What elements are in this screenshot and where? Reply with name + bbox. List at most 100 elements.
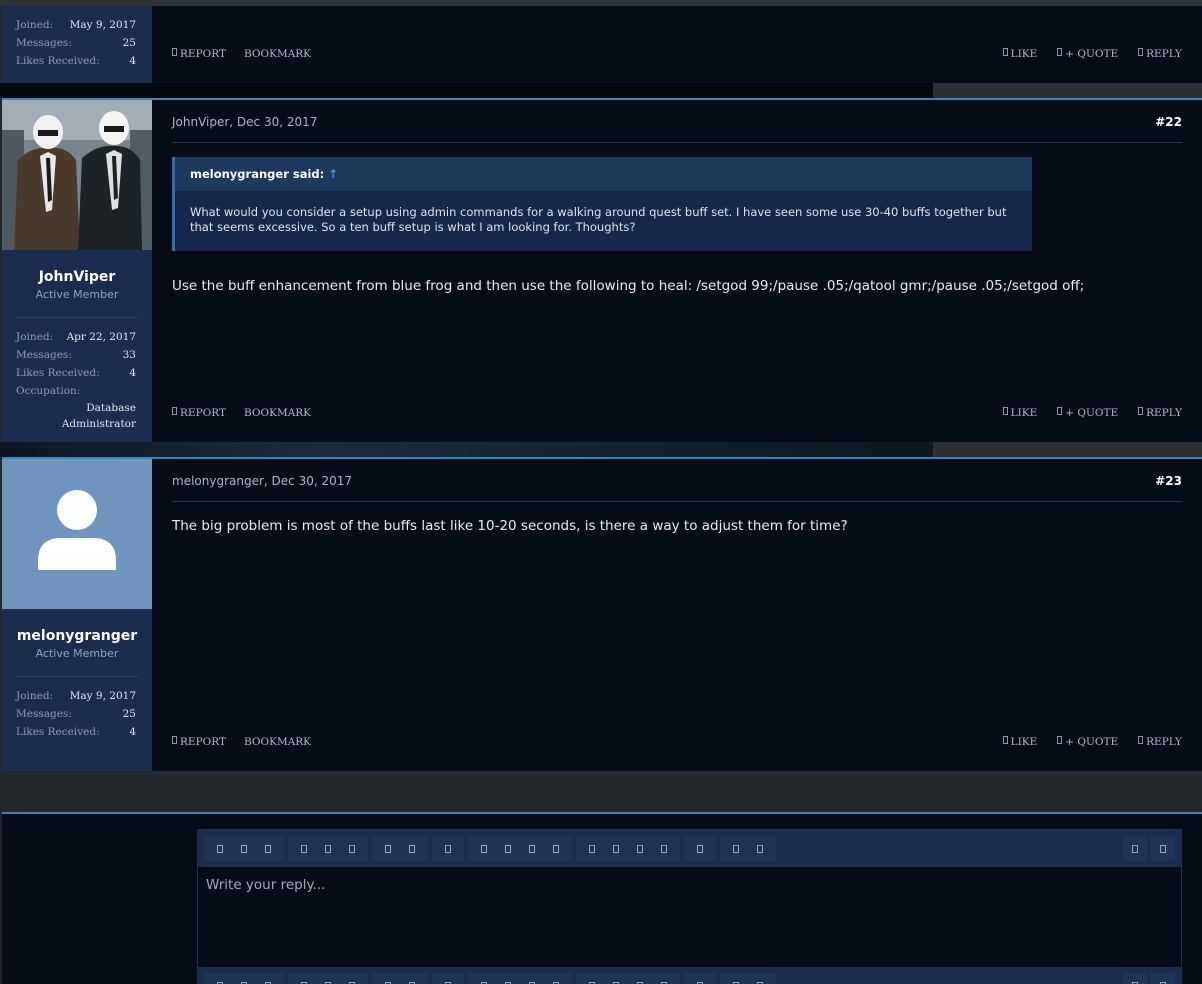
- flag-icon: [172, 48, 177, 56]
- stat-value: 4: [129, 726, 136, 738]
- toolbar-button[interactable]: [400, 973, 424, 984]
- toolbar-button[interactable]: [208, 836, 232, 861]
- reply-button[interactable]: REPLY: [1138, 736, 1182, 748]
- toolbar-group: [684, 836, 716, 861]
- toolbar-button[interactable]: [436, 836, 460, 861]
- toolbar-group: [684, 973, 716, 984]
- toolbar-button[interactable]: [472, 836, 496, 861]
- toolbar-glyph-icon: [481, 844, 487, 853]
- stat-value: 4: [129, 367, 136, 379]
- post-number[interactable]: #23: [1155, 474, 1182, 488]
- like-button[interactable]: LIKE: [1002, 736, 1037, 748]
- toolbar-glyph-icon: [613, 844, 619, 853]
- quote-block: melonygranger said: ↑ What would you con…: [172, 157, 1032, 251]
- bookmark-button[interactable]: BOOKMARK: [244, 407, 311, 419]
- bookmark-button[interactable]: BOOKMARK: [244, 48, 311, 60]
- toolbar-button[interactable]: [580, 973, 604, 984]
- quote-button[interactable]: + QUOTE: [1057, 407, 1118, 419]
- toolbar-button[interactable]: [544, 973, 568, 984]
- post-actions: REPORT BOOKMARK LIKE + QUOTE REPLY: [172, 407, 1182, 423]
- quote-label: + QUOTE: [1065, 407, 1119, 419]
- post-actions: REPORT BOOKMARK LIKE + QUOTE REPLY: [172, 736, 1182, 752]
- toolbar-button[interactable]: [688, 973, 712, 984]
- toolbar-button[interactable]: [376, 836, 400, 861]
- report-button[interactable]: REPORT: [172, 407, 226, 419]
- toolbar-button[interactable]: [748, 973, 772, 984]
- toolbar-button[interactable]: [340, 836, 364, 861]
- reply-button[interactable]: REPLY: [1138, 48, 1182, 60]
- toolbar-button[interactable]: [1151, 836, 1175, 861]
- quote-button[interactable]: + QUOTE: [1057, 736, 1118, 748]
- toolbar-button[interactable]: [496, 836, 520, 861]
- stat-label: Joined:: [16, 690, 54, 702]
- report-button[interactable]: REPORT: [172, 48, 226, 60]
- editor-toolbar-bottom: [198, 967, 1181, 984]
- toolbar-button[interactable]: [520, 836, 544, 861]
- stat-value: Database Administrator: [61, 402, 136, 430]
- toolbar-button[interactable]: [724, 973, 748, 984]
- username[interactable]: melonygranger: [2, 627, 152, 646]
- toolbar-button[interactable]: [652, 836, 676, 861]
- post-21: Joined: May 9, 2017 Messages: 25 Likes Rec…: [2, 6, 1202, 83]
- toolbar-button[interactable]: [292, 973, 316, 984]
- toolbar-button[interactable]: [604, 973, 628, 984]
- quote-label: + QUOTE: [1065, 48, 1119, 60]
- like-label: LIKE: [1010, 407, 1038, 419]
- toolbar-button[interactable]: [604, 836, 628, 861]
- toolbar-button[interactable]: [724, 836, 748, 861]
- toolbar-button[interactable]: [472, 973, 496, 984]
- toolbar-button[interactable]: [208, 973, 232, 984]
- toolbar-glyph-icon: [637, 844, 643, 853]
- quote-button[interactable]: + QUOTE: [1057, 48, 1118, 60]
- toolbar-button[interactable]: [748, 836, 772, 861]
- stat-messages: Messages: 33: [16, 346, 136, 364]
- report-button[interactable]: REPORT: [172, 736, 226, 748]
- toolbar-button[interactable]: [340, 973, 364, 984]
- post-body: The big problem is most of the buffs las…: [172, 518, 848, 534]
- toolbar-button[interactable]: [628, 973, 652, 984]
- toolbar-button[interactable]: [400, 836, 424, 861]
- toolbar-button[interactable]: [580, 836, 604, 861]
- toolbar-button[interactable]: [376, 973, 400, 984]
- author-date[interactable]: melonygranger, Dec 30, 2017: [172, 474, 352, 488]
- user-stats: Joined: May 9, 2017 Messages: 25 Likes Rec…: [2, 677, 152, 741]
- toolbar-button[interactable]: [256, 836, 280, 861]
- toolbar-button[interactable]: [496, 973, 520, 984]
- like-button[interactable]: LIKE: [1002, 407, 1038, 419]
- bookmark-label: BOOKMARK: [243, 407, 312, 419]
- avatar[interactable]: [2, 100, 152, 250]
- toolbar-button[interactable]: [628, 836, 652, 861]
- toolbar-button[interactable]: [292, 836, 316, 861]
- toolbar-button[interactable]: [232, 973, 256, 984]
- toolbar-glyph-icon: [217, 844, 223, 853]
- toolbar-button[interactable]: [1123, 973, 1147, 984]
- stat-occupation: Occupation: Database Administrator: [16, 382, 136, 432]
- toolbar-glyph-icon: [325, 844, 331, 853]
- bookmark-button[interactable]: BOOKMARK: [244, 736, 311, 748]
- toolbar-glyph-icon: [385, 844, 391, 853]
- stat-likes: Likes Received: 4: [16, 364, 136, 382]
- toolbar-button[interactable]: [256, 973, 280, 984]
- quote-text: What would you consider a setup using ad…: [190, 205, 1007, 234]
- toolbar-group: [372, 836, 428, 861]
- like-button[interactable]: LIKE: [1002, 48, 1037, 60]
- stat-value: 25: [122, 708, 136, 720]
- username[interactable]: JohnViper: [2, 268, 152, 287]
- toolbar-button[interactable]: [316, 973, 340, 984]
- toolbar-button[interactable]: [1123, 836, 1147, 861]
- toolbar-button[interactable]: [436, 973, 460, 984]
- arrow-up-icon[interactable]: ↑: [328, 167, 338, 181]
- toolbar-glyph-icon: [265, 844, 271, 853]
- reply-button[interactable]: REPLY: [1138, 407, 1182, 419]
- toolbar-button[interactable]: [232, 836, 256, 861]
- toolbar-button[interactable]: [652, 973, 676, 984]
- toolbar-button[interactable]: [544, 836, 568, 861]
- avatar[interactable]: [2, 459, 152, 609]
- reply-textarea[interactable]: Write your reply...: [198, 867, 1181, 967]
- toolbar-button[interactable]: [1151, 973, 1175, 984]
- toolbar-button[interactable]: [316, 836, 340, 861]
- toolbar-button[interactable]: [688, 836, 712, 861]
- toolbar-button[interactable]: [520, 973, 544, 984]
- author-date[interactable]: JohnViper, Dec 30, 2017: [172, 115, 317, 129]
- post-number[interactable]: #22: [1155, 115, 1182, 129]
